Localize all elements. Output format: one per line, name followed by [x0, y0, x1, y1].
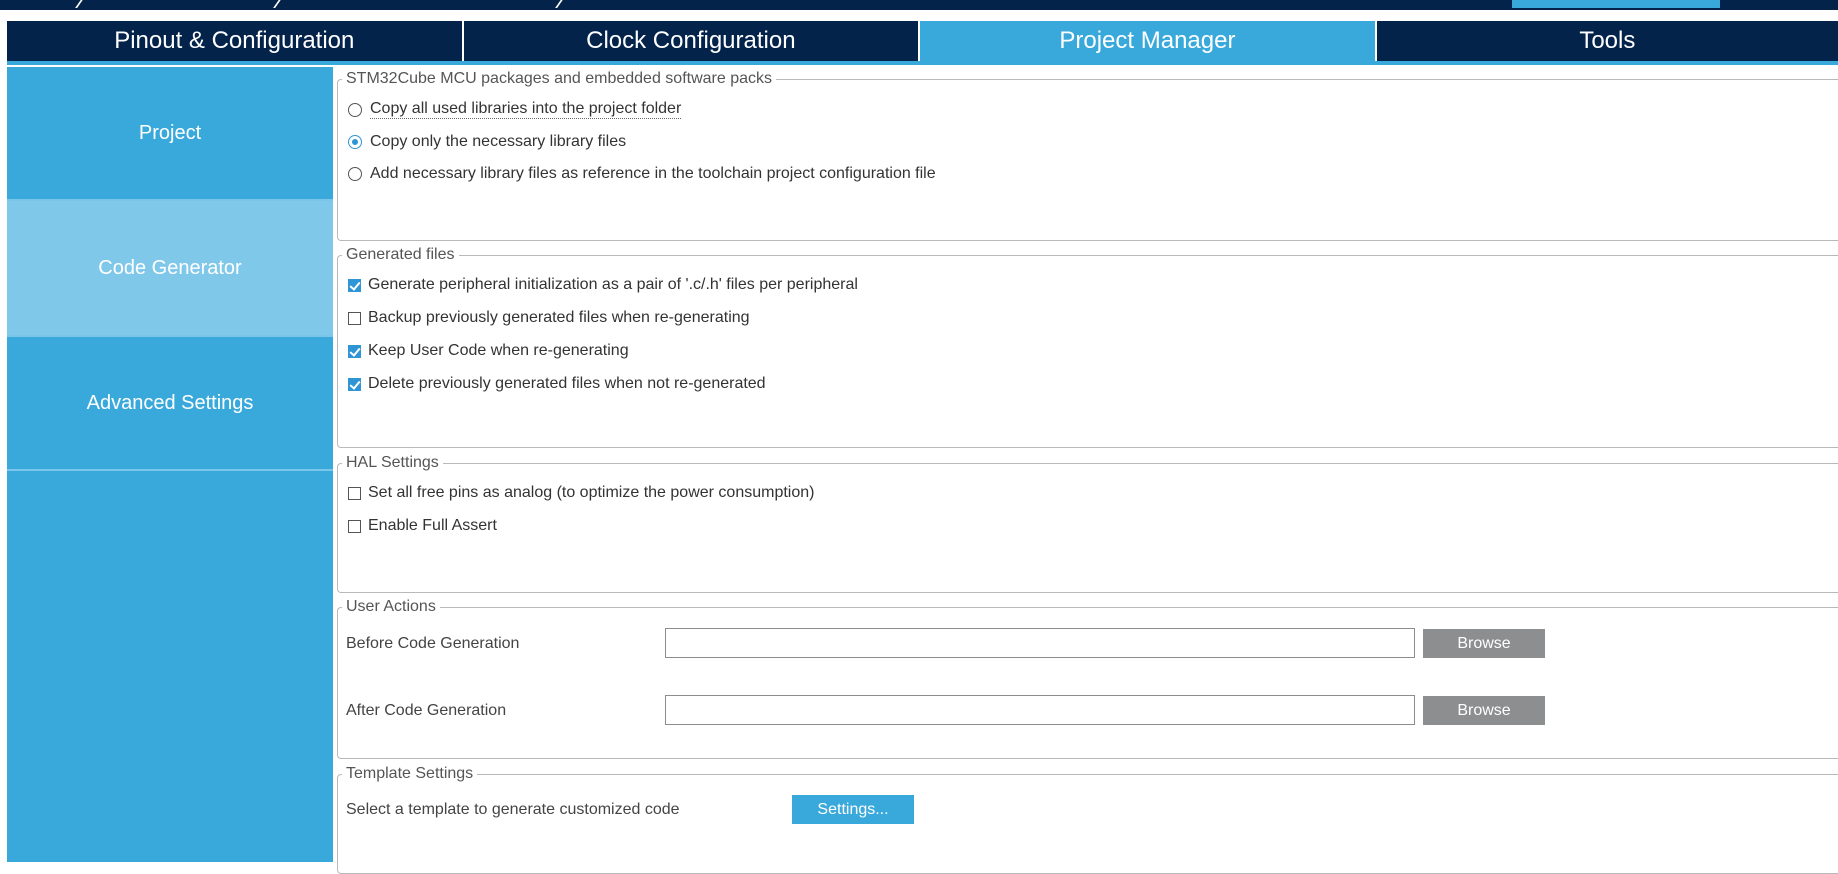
- option-label: Keep User Code when re-generating: [368, 342, 629, 359]
- before-code-generation-input[interactable]: [665, 628, 1415, 658]
- tab-clock-configuration[interactable]: Clock Configuration: [463, 21, 919, 61]
- option-label: Backup previously generated files when r…: [368, 309, 750, 326]
- sidebar: Project Code Generator Advanced Settings: [7, 67, 333, 862]
- packs-legend: STM32Cube MCU packages and embedded soft…: [342, 70, 776, 88]
- template-settings-label: Select a template to generate customized…: [346, 801, 680, 818]
- after-code-generation-input[interactable]: [665, 695, 1415, 725]
- option-label: Enable Full Assert: [368, 517, 497, 534]
- top-action-button[interactable]: [1512, 0, 1720, 8]
- tab-tools[interactable]: Tools: [1376, 21, 1838, 61]
- tab-pinout-configuration[interactable]: Pinout & Configuration: [7, 21, 462, 61]
- option-label: Delete previously generated files when n…: [368, 375, 766, 392]
- packs-option-label: Add necessary library files as reference…: [370, 165, 936, 182]
- template-settings-group: Template Settings Select a template to g…: [337, 765, 1838, 874]
- checkbox-free-pins-analog[interactable]: [348, 486, 361, 500]
- radio-copy-necessary[interactable]: [348, 135, 362, 149]
- template-settings-legend: Template Settings: [342, 765, 478, 783]
- template-settings-button[interactable]: Settings...: [792, 795, 914, 824]
- option-keep-user-code[interactable]: Keep User Code when re-generating: [348, 342, 629, 360]
- sidebar-item-advanced-settings[interactable]: Advanced Settings: [7, 337, 333, 471]
- before-code-generation-label: Before Code Generation: [346, 635, 520, 652]
- packs-option-label: Copy only the necessary library files: [370, 133, 627, 150]
- breadcrumb-separator: [67, 0, 87, 8]
- option-delete-generated[interactable]: Delete previously generated files when n…: [348, 375, 766, 393]
- checkbox-backup-generated[interactable]: [348, 311, 361, 325]
- after-code-generation-label: After Code Generation: [346, 702, 507, 719]
- option-generate-peripheral-init[interactable]: Generate peripheral initialization as a …: [348, 276, 858, 294]
- generated-files-group: Generated files Generate peripheral init…: [337, 246, 1838, 448]
- option-label: Set all free pins as analog (to optimize…: [368, 484, 815, 501]
- checkbox-keep-user-code[interactable]: [348, 344, 361, 358]
- user-actions-group: User Actions Before Code Generation Brow…: [337, 598, 1838, 759]
- breadcrumb-separator: [265, 0, 285, 8]
- checkbox-enable-full-assert[interactable]: [348, 519, 361, 533]
- tab-project-manager[interactable]: Project Manager: [920, 21, 1375, 61]
- option-backup-generated[interactable]: Backup previously generated files when r…: [348, 309, 750, 327]
- after-browse-button[interactable]: Browse: [1423, 696, 1545, 725]
- before-browse-button[interactable]: Browse: [1423, 629, 1545, 658]
- checkbox-delete-generated[interactable]: [348, 377, 361, 391]
- generated-files-legend: Generated files: [342, 246, 459, 264]
- option-label: Generate peripheral initialization as a …: [368, 276, 858, 293]
- packs-option-label: Copy all used libraries into the project…: [370, 100, 682, 119]
- radio-add-reference[interactable]: [348, 167, 362, 181]
- breadcrumb-separator: [547, 0, 567, 8]
- radio-copy-all[interactable]: [348, 102, 362, 117]
- packs-group: STM32Cube MCU packages and embedded soft…: [337, 70, 1838, 241]
- sidebar-item-code-generator[interactable]: Code Generator: [7, 201, 333, 337]
- hal-settings-group: HAL Settings Set all free pins as analog…: [337, 454, 1838, 593]
- hal-settings-legend: HAL Settings: [342, 454, 443, 472]
- packs-option-add-reference[interactable]: Add necessary library files as reference…: [348, 165, 936, 183]
- packs-option-copy-all[interactable]: Copy all used libraries into the project…: [348, 100, 682, 119]
- main-tabs: Pinout & Configuration Clock Configurati…: [7, 21, 1838, 63]
- user-actions-legend: User Actions: [342, 598, 440, 616]
- top-breadcrumb-bar: [0, 0, 1838, 10]
- packs-option-copy-necessary[interactable]: Copy only the necessary library files: [348, 133, 626, 151]
- tabs-underline: [7, 61, 1838, 65]
- option-enable-full-assert[interactable]: Enable Full Assert: [348, 517, 497, 535]
- sidebar-item-project[interactable]: Project: [7, 67, 333, 201]
- option-free-pins-analog[interactable]: Set all free pins as analog (to optimize…: [348, 484, 814, 502]
- checkbox-generate-peripheral-init[interactable]: [348, 278, 361, 292]
